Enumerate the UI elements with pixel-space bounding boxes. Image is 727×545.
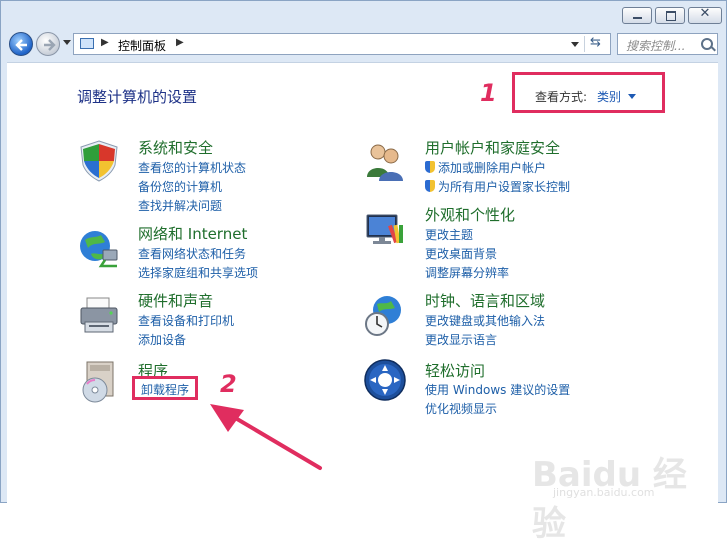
page-title: 调整计算机的设置 bbox=[77, 88, 198, 106]
forward-button[interactable] bbox=[36, 32, 60, 56]
category-title-appearance[interactable]: 外观和个性化 bbox=[425, 204, 515, 225]
link-network-status[interactable]: 查看网络状态和任务 bbox=[138, 245, 246, 262]
address-divider bbox=[584, 36, 585, 52]
link-windows-suggested-settings[interactable]: 使用 Windows 建议的设置 bbox=[425, 381, 570, 398]
link-change-background[interactable]: 更改桌面背景 bbox=[425, 245, 497, 262]
close-button[interactable]: ✕ bbox=[688, 6, 722, 24]
uac-shield-icon bbox=[425, 161, 435, 173]
view-by-dropdown[interactable]: 类别 bbox=[597, 88, 621, 105]
monitor-palette-icon[interactable] bbox=[363, 209, 407, 253]
control-panel-icon bbox=[80, 38, 94, 49]
breadcrumb-control-panel[interactable]: 控制面板 bbox=[118, 37, 166, 54]
programs-disc-icon[interactable] bbox=[77, 360, 121, 404]
content-pane: 调整计算机的设置 查看方式: 类别 1 2 系统和安全 查看您的计算机状态 备份… bbox=[7, 62, 718, 544]
ease-of-access-icon[interactable] bbox=[363, 358, 407, 402]
search-icon[interactable] bbox=[701, 38, 713, 50]
link-devices-printers[interactable]: 查看设备和打印机 bbox=[138, 312, 234, 329]
link-homegroup-sharing[interactable]: 选择家庭组和共享选项 bbox=[138, 264, 258, 281]
link-add-remove-users[interactable]: 添加或删除用户帐户 bbox=[425, 159, 546, 176]
link-parental-controls[interactable]: 为所有用户设置家长控制 bbox=[425, 178, 570, 195]
category-title-network-internet[interactable]: 网络和 Internet bbox=[138, 223, 247, 244]
network-globe-icon[interactable] bbox=[77, 226, 121, 270]
control-panel-window: ✕ ▶ 控制面板 ▶ ⇆ 搜索控制... 调整计算机的设置 查看方式: 类别 1… bbox=[0, 0, 727, 544]
breadcrumb-separator-icon[interactable]: ▶ bbox=[176, 37, 184, 48]
printer-icon[interactable] bbox=[77, 294, 121, 338]
link-add-remove-users-label[interactable]: 添加或删除用户帐户 bbox=[438, 161, 546, 175]
category-title-hardware-sound[interactable]: 硬件和声音 bbox=[138, 290, 213, 311]
back-arrow-icon bbox=[15, 39, 27, 51]
maximize-button[interactable] bbox=[655, 7, 685, 24]
link-parental-controls-label[interactable]: 为所有用户设置家长控制 bbox=[438, 180, 570, 194]
baidu-watermark-url: jingyan.baidu.com bbox=[553, 486, 655, 499]
link-change-theme[interactable]: 更改主题 bbox=[425, 226, 473, 243]
link-troubleshoot[interactable]: 查找并解决问题 bbox=[138, 197, 222, 214]
back-button[interactable] bbox=[9, 32, 33, 56]
category-title-user-accounts[interactable]: 用户帐户和家庭安全 bbox=[425, 137, 560, 158]
search-box[interactable]: 搜索控制... bbox=[617, 33, 718, 55]
close-icon: ✕ bbox=[699, 6, 711, 21]
link-change-keyboards[interactable]: 更改键盘或其他输入法 bbox=[425, 312, 545, 329]
minimize-button[interactable] bbox=[622, 7, 652, 24]
refresh-icon[interactable]: ⇆ bbox=[590, 35, 601, 50]
category-title-system-security[interactable]: 系统和安全 bbox=[138, 137, 213, 158]
shield-icon[interactable] bbox=[77, 139, 121, 183]
search-placeholder[interactable]: 搜索控制... bbox=[626, 37, 685, 54]
breadcrumb-separator-icon[interactable]: ▶ bbox=[101, 37, 109, 48]
users-icon[interactable] bbox=[363, 139, 407, 183]
address-bar[interactable]: ▶ 控制面板 ▶ ⇆ bbox=[73, 33, 611, 55]
link-screen-resolution[interactable]: 调整屏幕分辨率 bbox=[425, 264, 509, 281]
link-display-language[interactable]: 更改显示语言 bbox=[425, 331, 497, 348]
link-backup-computer[interactable]: 备份您的计算机 bbox=[138, 178, 222, 195]
link-add-device[interactable]: 添加设备 bbox=[138, 331, 186, 348]
uac-shield-icon bbox=[425, 180, 435, 192]
highlight-box-uninstall bbox=[132, 376, 198, 400]
address-dropdown-icon[interactable] bbox=[571, 42, 579, 47]
chevron-down-icon[interactable] bbox=[628, 94, 636, 99]
view-by-label: 查看方式: bbox=[535, 90, 588, 104]
globe-clock-icon[interactable] bbox=[363, 294, 407, 338]
category-title-clock-language[interactable]: 时钟、语言和区域 bbox=[425, 290, 545, 311]
category-title-ease-of-access[interactable]: 轻松访问 bbox=[425, 360, 485, 381]
recent-pages-dropdown[interactable] bbox=[63, 40, 71, 45]
link-optimize-display[interactable]: 优化视频显示 bbox=[425, 400, 497, 417]
link-view-computer-status[interactable]: 查看您的计算机状态 bbox=[138, 159, 246, 176]
annotation-arrow-icon bbox=[210, 404, 322, 470]
forward-arrow-icon bbox=[44, 39, 56, 51]
annotation-marker-1: 1 bbox=[480, 79, 497, 107]
annotation-marker-2: 2 bbox=[220, 370, 237, 398]
